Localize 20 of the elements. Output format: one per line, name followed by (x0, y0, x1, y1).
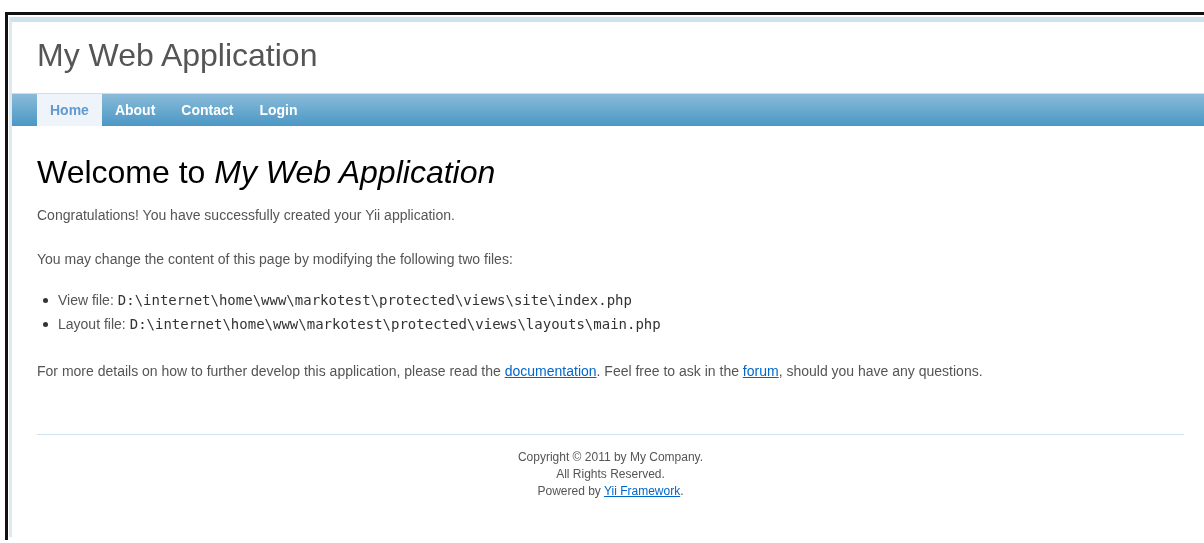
file-path: D:\internet\home\www\markotest\protected\views\layouts\main.php (129, 315, 661, 334)
link[interactable]: forum (742, 363, 779, 379)
nav-tab[interactable]: Login (246, 94, 311, 126)
link[interactable]: documentation (504, 363, 597, 379)
paragraph: You may change the content of this page by modifying the following two files: (37, 250, 514, 268)
file-label: View file: (58, 291, 114, 310)
file-label: Layout file: (58, 315, 126, 334)
nav-tab[interactable]: Home (37, 94, 102, 126)
paragraph: For more details on how to further develop this application, please read the documentation. Feel free to ask in the forum, should you have any questions. (37, 362, 984, 380)
paragraph: Congratulations! You have successfully created your Yii application. (37, 206, 456, 224)
footer-text: Powered by Yii Framework. (536, 483, 685, 500)
site-title: My Web Application (37, 36, 319, 74)
page-heading: Welcome to My Web Application (37, 154, 497, 190)
bullet-icon (43, 297, 48, 303)
nav-tab[interactable]: About (101, 94, 169, 126)
footer-text: All Rights Reserved. (555, 466, 666, 483)
footer-text: Copyright © 2011 by My Company. (516, 449, 705, 466)
file-path: D:\internet\home\www\markotest\protected\views\site\index.php (117, 291, 632, 310)
bullet-icon (43, 321, 48, 327)
nav-tab[interactable]: Contact (168, 94, 247, 126)
